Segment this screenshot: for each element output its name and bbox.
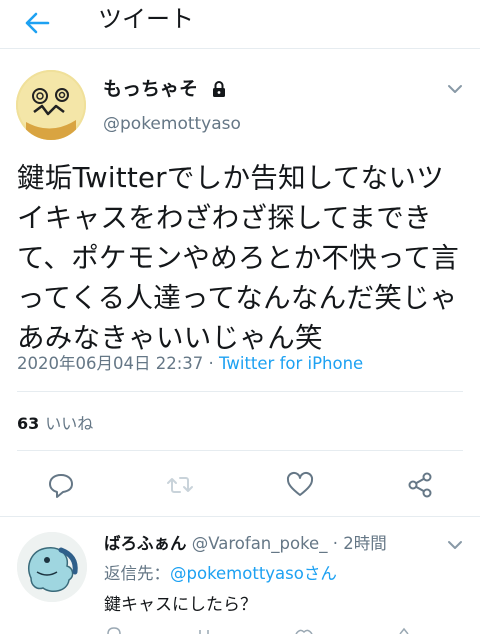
timestamp: 2020年06月04日 22:37 [17, 354, 204, 373]
meta-separator: · [208, 354, 214, 373]
avatar-image [16, 70, 86, 140]
reply-header: ばろふぁん @Varofan_poke_ · 2時間 [104, 533, 387, 555]
likes-count[interactable]: 63 いいね [17, 413, 93, 435]
reply-text: 鍵キャスにしたら？ [104, 595, 257, 615]
divider [17, 450, 463, 451]
likes-number: 63 [17, 414, 40, 433]
reply-icon[interactable] [46, 470, 76, 500]
reply-time: 2時間 [343, 534, 387, 553]
username[interactable]: @pokemottyaso [103, 112, 241, 136]
section-divider [0, 516, 480, 517]
reply-action-bar [107, 627, 409, 634]
retweet-icon[interactable] [165, 470, 195, 500]
reply-to-label: 返信先： [104, 564, 170, 583]
like-icon[interactable] [285, 470, 315, 500]
back-arrow-icon[interactable] [22, 8, 52, 38]
display-name[interactable]: もっちゃそ [103, 77, 198, 101]
reply-username[interactable]: @Varofan_poke_ [192, 534, 328, 553]
page-title: ツイート [98, 5, 194, 33]
chevron-down-icon[interactable] [446, 538, 464, 552]
reply-avatar[interactable] [17, 532, 87, 602]
reply-separator: · [332, 534, 338, 553]
divider [17, 391, 463, 392]
likes-label: いいね [45, 414, 94, 433]
reply-to-mention[interactable]: @pokemottyasoさん [170, 564, 337, 583]
tweet-meta: 2020年06月04日 22:37 · Twitter for iPhone [17, 353, 363, 375]
lock-icon [213, 81, 225, 97]
reply-avatar-image [17, 532, 87, 602]
source-link[interactable]: Twitter for iPhone [219, 354, 363, 373]
share-icon[interactable] [405, 470, 435, 500]
reply-to-line: 返信先：@pokemottyasoさん [104, 563, 337, 585]
avatar[interactable] [16, 70, 86, 140]
reply-display-name[interactable]: ばろふぁん [104, 534, 187, 553]
top-bar: ツイート [0, 0, 480, 49]
chevron-down-icon[interactable] [446, 82, 464, 96]
tweet-text: 鍵垢Twitterでしか告知してないツイキャスをわざわざ探してまできて、ポケモン… [17, 162, 460, 354]
